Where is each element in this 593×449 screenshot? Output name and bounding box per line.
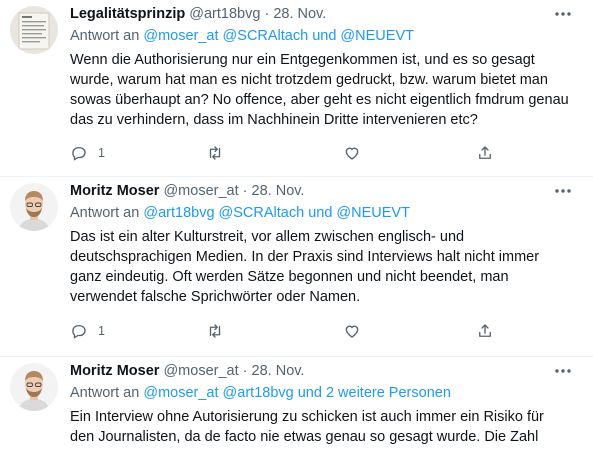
more-icon[interactable]: [553, 365, 573, 377]
tweet-text: Wenn die Authorisierung nur ein Entgegen…: [70, 52, 569, 128]
tweet-text: Das ist ein alter Kulturstreit, vor alle…: [70, 229, 540, 305]
retweet-icon: [209, 324, 221, 338]
retweet-icon: [209, 146, 221, 160]
avatar[interactable]: [10, 363, 58, 411]
share-icon: [479, 324, 491, 337]
tweet-2[interactable]: Moritz Moser @moser_at · 28. Nov. Antwor…: [0, 177, 593, 355]
reply-button[interactable]: 1: [70, 142, 105, 164]
tweet-header: Moritz Moser @moser_at · 28. Nov.: [70, 363, 304, 379]
reply-icon: [72, 325, 86, 339]
reply-count: 1: [98, 146, 105, 160]
separator: ·: [264, 6, 270, 22]
like-icon: [345, 325, 359, 338]
reply-prefix: Antwort an: [70, 205, 140, 221]
avatar[interactable]: [10, 6, 58, 54]
like-icon: [345, 147, 359, 160]
separator: ·: [242, 183, 248, 199]
tweet-date[interactable]: 28. Nov.: [252, 363, 305, 379]
retweet-button[interactable]: [206, 320, 224, 342]
reply-context: Antwort an @moser_at @SCRAltach und @NEU…: [70, 28, 414, 44]
separator: ·: [242, 363, 248, 379]
reply-count: 1: [98, 324, 105, 338]
like-button[interactable]: [343, 320, 361, 342]
author-handle[interactable]: @moser_at: [163, 363, 238, 379]
reply-context: Antwort an @moser_at @art18bvg und 2 wei…: [70, 385, 451, 401]
tweet-1[interactable]: Legalitätsprinzip @art18bvg · 28. Nov. A…: [0, 0, 593, 176]
like-button[interactable]: [343, 142, 361, 164]
reply-icon: [72, 147, 86, 161]
author-name[interactable]: Moritz Moser: [70, 363, 159, 379]
tweet-text: Ein Interview ohne Autorisierung zu schi…: [70, 409, 544, 445]
author-name[interactable]: Legalitätsprinzip: [70, 6, 185, 22]
reply-button[interactable]: 1: [70, 320, 105, 342]
reply-prefix: Antwort an: [70, 28, 140, 44]
retweet-button[interactable]: [206, 142, 224, 164]
more-icon[interactable]: [553, 185, 573, 197]
share-icon: [479, 146, 491, 159]
reply-prefix: Antwort an: [70, 385, 140, 401]
reply-to-links[interactable]: @art18bvg @SCRAltach und @NEUEVT: [143, 205, 410, 221]
tweet-header: Legalitätsprinzip @art18bvg · 28. Nov.: [70, 6, 326, 22]
reply-to-links[interactable]: @moser_at @art18bvg und 2 weitere Person…: [143, 385, 451, 401]
tweet-date[interactable]: 28. Nov.: [252, 183, 305, 199]
author-handle[interactable]: @moser_at: [163, 183, 238, 199]
author-name[interactable]: Moritz Moser: [70, 183, 159, 199]
tweet-3[interactable]: Moritz Moser @moser_at · 28. Nov. Antwor…: [0, 357, 593, 449]
more-icon[interactable]: [553, 8, 573, 20]
avatar[interactable]: [10, 183, 58, 231]
tweet-header: Moritz Moser @moser_at · 28. Nov.: [70, 183, 304, 199]
reply-to-links[interactable]: @moser_at @SCRAltach und @NEUEVT: [143, 28, 414, 44]
author-handle[interactable]: @art18bvg: [189, 6, 260, 22]
tweet-date[interactable]: 28. Nov.: [273, 6, 326, 22]
share-button[interactable]: [476, 320, 494, 342]
reply-context: Antwort an @art18bvg @SCRAltach und @NEU…: [70, 205, 410, 221]
share-button[interactable]: [476, 142, 494, 164]
